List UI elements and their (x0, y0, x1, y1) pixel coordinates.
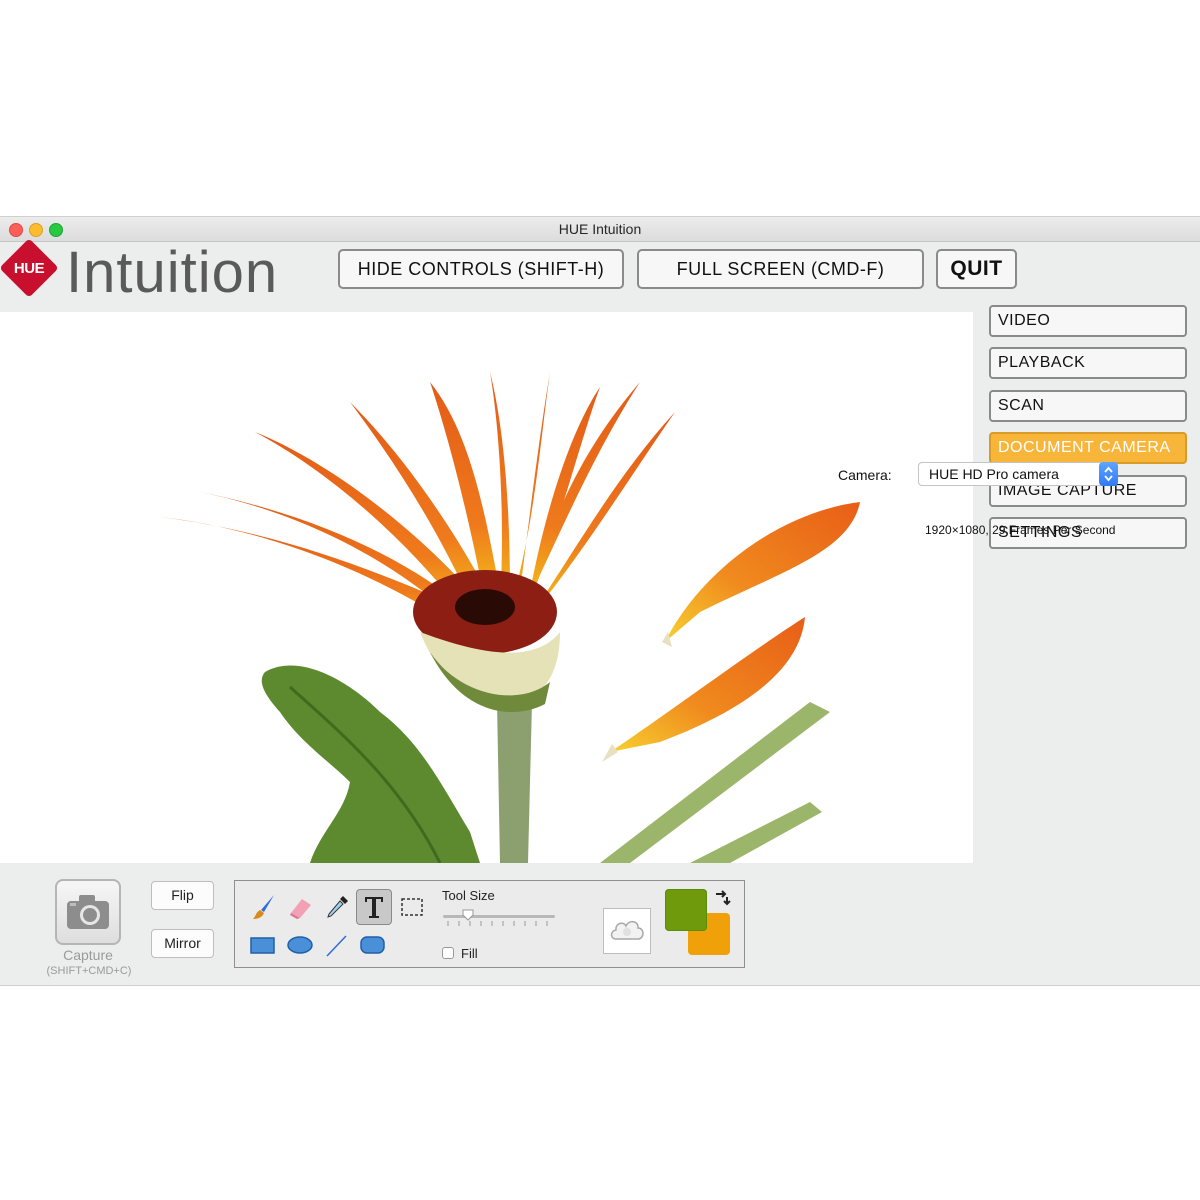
text-icon (365, 897, 383, 918)
close-window-button[interactable] (9, 223, 23, 237)
slider-ticks (447, 921, 548, 926)
camera-icon (67, 895, 109, 929)
capture-label: Capture (63, 947, 113, 963)
sidebar-item-document-camera[interactable]: DOCUMENT CAMERA (989, 432, 1187, 464)
full-screen-button[interactable]: FULL SCREEN (CMD-F) (637, 249, 924, 289)
logo-text: Intuition (66, 240, 279, 305)
cloud-stamp-icon (610, 920, 644, 940)
sidebar-item-playback[interactable]: PLAYBACK (989, 347, 1187, 379)
line-icon (326, 935, 347, 957)
capture-shortcut-hint: (SHIFT+CMD+C) (46, 965, 132, 977)
paintbrush-tool[interactable] (247, 891, 279, 923)
app-window: HUE Intuition HUE Intuition HIDE CONTROL… (0, 216, 1200, 986)
eraser-tool[interactable] (284, 891, 316, 923)
rounded-rectangle-tool[interactable] (357, 929, 389, 961)
mirror-button[interactable]: Mirror (151, 929, 214, 958)
camera-select[interactable]: HUE HD Pro camera (918, 462, 1118, 486)
text-tool[interactable] (356, 889, 392, 925)
fill-checkbox[interactable] (442, 947, 454, 959)
marquee-select-tool[interactable] (397, 891, 429, 923)
eraser-icon (290, 899, 311, 919)
rectangle-tool[interactable] (247, 929, 279, 961)
drawing-tools-panel: Tool Size Fill (234, 880, 745, 968)
camera-label: Camera: (838, 467, 892, 483)
window-title: HUE Intuition (558, 221, 642, 237)
minimize-window-button[interactable] (29, 223, 43, 237)
line-tool[interactable] (321, 929, 353, 961)
camera-image-flower (160, 372, 860, 863)
quit-button[interactable]: QUIT (936, 249, 1017, 289)
fill-label: Fill (461, 946, 478, 961)
slider-thumb-icon[interactable] (462, 909, 474, 921)
rounded-rectangle-icon (360, 936, 385, 954)
select-arrows-icon[interactable] (1099, 462, 1118, 486)
resolution-info: 1920×1080, 29 Frames Per Second (925, 523, 1116, 537)
tool-size-label: Tool Size (442, 888, 495, 903)
flip-button[interactable]: Flip (151, 881, 214, 910)
ellipse-icon (287, 936, 313, 954)
hide-controls-button[interactable]: HIDE CONTROLS (SHIFT-H) (338, 249, 624, 289)
zoom-window-button[interactable] (49, 223, 63, 237)
sidebar-item-scan[interactable]: SCAN (989, 390, 1187, 422)
tool-size-slider[interactable] (443, 915, 555, 918)
ellipse-tool[interactable] (284, 929, 316, 961)
eyedropper-icon (327, 896, 348, 918)
logo-badge-text: HUE (13, 260, 45, 277)
bottom-controls: Capture (SHIFT+CMD+C) Flip Mirror Tool S… (0, 863, 1200, 985)
camera-select-value: HUE HD Pro camera (929, 466, 1059, 482)
eyedropper-tool[interactable] (321, 891, 353, 923)
rectangle-icon (250, 937, 275, 954)
capture-button[interactable] (55, 879, 121, 945)
foreground-color-swatch[interactable] (665, 889, 707, 931)
stamp-tool[interactable] (603, 908, 651, 954)
sidebar-item-video[interactable]: VIDEO (989, 305, 1187, 337)
camera-viewport[interactable] (0, 312, 973, 863)
paintbrush-icon (253, 895, 274, 919)
swap-colors-icon[interactable] (713, 889, 731, 907)
marquee-select-icon (401, 898, 423, 916)
